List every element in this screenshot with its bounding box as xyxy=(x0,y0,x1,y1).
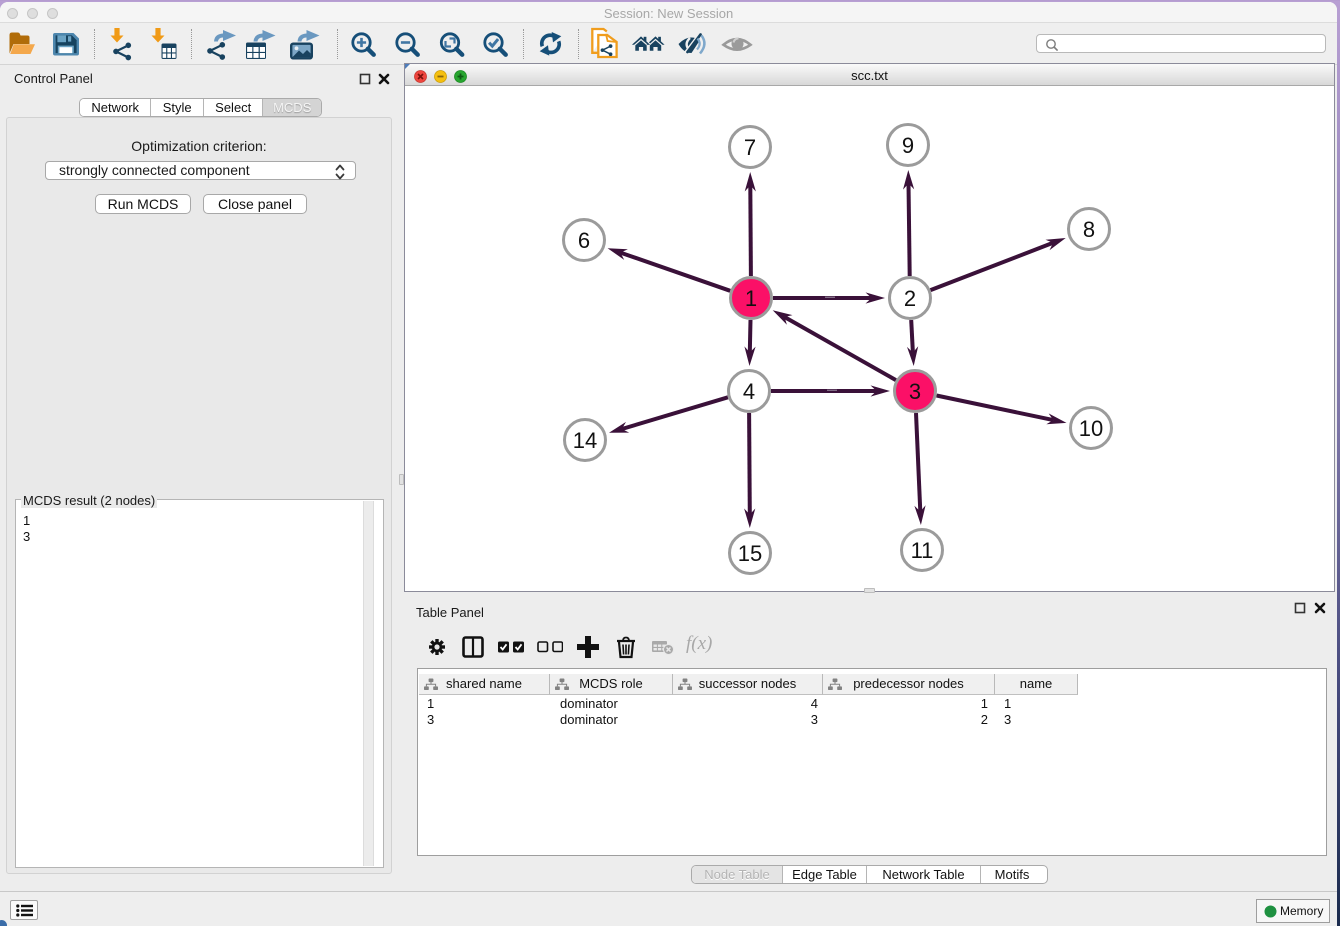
svg-text:2: 2 xyxy=(904,286,916,311)
svg-text:9: 9 xyxy=(902,133,914,158)
svg-text:14: 14 xyxy=(573,428,597,453)
svg-text:10: 10 xyxy=(1079,416,1103,441)
svg-text:7: 7 xyxy=(744,135,756,160)
svg-text:8: 8 xyxy=(1083,217,1095,242)
svg-text:1: 1 xyxy=(745,286,757,311)
svg-text:15: 15 xyxy=(738,541,762,566)
svg-text:6: 6 xyxy=(578,228,590,253)
svg-text:4: 4 xyxy=(743,379,755,404)
svg-text:3: 3 xyxy=(909,379,921,404)
svg-text:11: 11 xyxy=(911,538,934,563)
